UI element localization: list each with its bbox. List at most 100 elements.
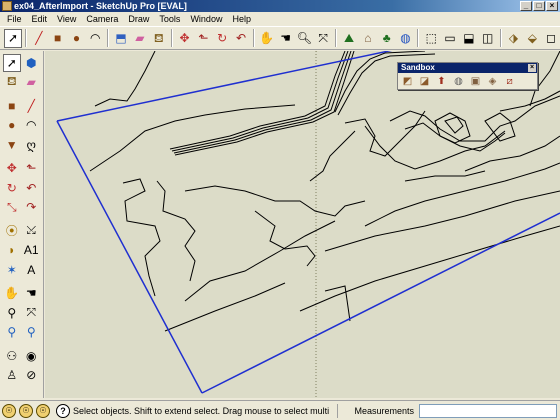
3d-text-tool-icon[interactable]: A	[22, 261, 40, 279]
tool-row: ■ ╱	[0, 96, 43, 116]
move-icon[interactable]: ✥	[176, 29, 194, 48]
push-pull-tool-icon[interactable]: ⬑	[22, 159, 40, 177]
stamp-icon[interactable]: ◍	[451, 74, 466, 89]
axes-tool-icon[interactable]: ✶	[3, 261, 21, 279]
line-tool-icon[interactable]: ╱	[22, 97, 40, 115]
arc-tool-icon[interactable]: ◠	[22, 116, 40, 134]
text-tool-icon[interactable]: A1	[22, 241, 40, 259]
status-bar: ☉ ☉ ☉ ? Select objects. Shift to extend …	[0, 400, 560, 420]
toolbar-separator	[417, 29, 420, 47]
sandbox-titlebar[interactable]: Sandbox ×	[398, 63, 537, 73]
offset-icon[interactable]: ↶	[232, 29, 250, 48]
zoom-extents-icon[interactable]: ⤧	[314, 29, 332, 48]
eraser-icon[interactable]: ▰	[131, 29, 149, 48]
toolbar-separator	[335, 29, 338, 47]
menu-edit[interactable]: Edit	[27, 13, 53, 26]
terrain-icon[interactable]: ⛰	[340, 29, 358, 48]
sandbox-close-button[interactable]: ×	[528, 64, 536, 72]
previous-view-tool-icon[interactable]: ⚲	[22, 323, 40, 341]
tool-row: ✋ ☚	[0, 284, 43, 304]
side-view-icon[interactable]: ◫	[479, 29, 497, 48]
credits-icon[interactable]: ☉	[19, 403, 33, 418]
circle-tool-icon[interactable]: ●	[3, 116, 21, 134]
move-tool-icon[interactable]: ✥	[3, 159, 21, 177]
freehand-tool-icon[interactable]: ღ	[22, 136, 40, 154]
menu-window[interactable]: Window	[185, 13, 227, 26]
shaded-style-icon[interactable]: ◻	[542, 29, 560, 48]
tool-row: ⚲ ⤧	[0, 303, 43, 323]
from-contours-icon[interactable]: ◩	[400, 74, 415, 89]
xray-style-icon[interactable]: ⬗	[505, 29, 523, 48]
plant-icon[interactable]: ♣	[378, 29, 396, 48]
rotate-tool-icon[interactable]: ↻	[3, 179, 21, 197]
tool-row: ✥ ⬑	[0, 159, 43, 179]
follow-me-icon[interactable]: ⬑	[194, 29, 212, 48]
drape-icon[interactable]: ▣	[468, 74, 483, 89]
help-icon[interactable]: ?	[56, 403, 70, 418]
menu-view[interactable]: View	[52, 13, 81, 26]
menu-draw[interactable]: Draw	[123, 13, 154, 26]
drawing-viewport[interactable]	[45, 51, 560, 398]
paint-tool-icon[interactable]: ⛾	[3, 73, 21, 91]
dimension-tool-icon[interactable]: ⤩	[22, 222, 40, 240]
scale-tool-icon[interactable]: ⤡	[3, 198, 21, 216]
rectangle-icon[interactable]: ■	[49, 29, 67, 48]
polygon-tool-icon[interactable]: ▼	[3, 136, 21, 154]
paint-bucket-icon[interactable]: ⛾	[150, 29, 168, 48]
protractor-tool-icon[interactable]: ◗	[3, 241, 21, 259]
arc-icon[interactable]: ◠	[86, 29, 104, 48]
smoove-icon[interactable]: ⬆	[434, 74, 449, 89]
top-view-icon[interactable]: ▭	[441, 29, 459, 48]
from-scratch-icon[interactable]: ◪	[417, 74, 432, 89]
pan-icon[interactable]: ☚	[277, 29, 295, 48]
minimize-button[interactable]: _	[520, 1, 532, 11]
pan-tool-icon[interactable]: ☚	[22, 284, 40, 302]
tool-row: ⤡ ↷	[0, 198, 43, 218]
menu-file[interactable]: File	[2, 13, 27, 26]
left-toolbar: ➚ ⬢ ⛾ ▰ ■ ╱ ● ◠ ▼ ღ ✥ ⬑ ↻ ↶ ⤡ ↷ ⦿ ⤩ ◗ A1…	[0, 51, 44, 398]
select-icon[interactable]: ➚	[4, 28, 22, 48]
close-button[interactable]: ×	[546, 1, 558, 11]
model-canvas[interactable]	[45, 51, 560, 398]
front-view-icon[interactable]: ⬓	[460, 29, 478, 48]
eraser-tool-icon[interactable]: ▰	[22, 73, 40, 91]
component-tool-icon[interactable]: ⬢	[22, 54, 40, 72]
wireframe-style-icon[interactable]: ⬙	[523, 29, 541, 48]
position-camera-tool-icon[interactable]: ♙	[3, 366, 21, 384]
tape-measure-tool-icon[interactable]: ⦿	[3, 222, 21, 240]
zoom-extents-tool-icon[interactable]: ⚲	[3, 323, 21, 341]
measurements-input[interactable]	[419, 404, 557, 418]
section-tool-icon[interactable]: ⊘	[22, 366, 40, 384]
user-icon[interactable]: ☉	[36, 403, 50, 418]
window-titlebar: ex04_AfterImport - SketchUp Pro [EVAL] _…	[0, 0, 560, 12]
menu-help[interactable]: Help	[227, 13, 256, 26]
orbit-tool-icon[interactable]: ✋	[3, 284, 21, 302]
menu-camera[interactable]: Camera	[81, 13, 123, 26]
zoom-icon[interactable]: 🔍︎	[296, 29, 314, 48]
push-pull-icon[interactable]: ⬒	[112, 29, 130, 48]
tool-row: ▼ ღ	[0, 135, 43, 155]
add-detail-icon[interactable]: ◈	[485, 74, 500, 89]
geo-location-icon[interactable]: ☉	[2, 403, 16, 418]
iso-view-icon[interactable]: ⬚	[422, 29, 440, 48]
terrain-contours	[89, 51, 560, 332]
zoom-tool-icon[interactable]: ⚲	[3, 304, 21, 322]
select-tool-icon[interactable]: ➚	[2, 53, 21, 72]
house-icon[interactable]: ⌂	[359, 29, 377, 48]
rectangle-tool-icon[interactable]: ■	[3, 97, 21, 115]
offset-tool-icon[interactable]: ↷	[22, 198, 40, 216]
menu-tools[interactable]: Tools	[154, 13, 185, 26]
circle-icon[interactable]: ●	[68, 29, 86, 48]
sandbox-toolbar[interactable]: Sandbox × ◩ ◪ ⬆ ◍ ▣ ◈ ⧄	[397, 62, 538, 90]
globe-icon[interactable]: ◍	[397, 29, 415, 48]
sketchup-app-icon	[2, 1, 12, 11]
zoom-window-tool-icon[interactable]: ⤧	[22, 304, 40, 322]
follow-me-tool-icon[interactable]: ↶	[22, 179, 40, 197]
orbit-icon[interactable]: ✋	[258, 29, 276, 48]
walk-tool-icon[interactable]: ⚇	[3, 347, 21, 365]
maximize-button[interactable]: □	[533, 1, 545, 11]
rotate-icon[interactable]: ↻	[213, 29, 231, 48]
pencil-icon[interactable]: ╱	[30, 29, 48, 48]
look-around-tool-icon[interactable]: ◉	[22, 347, 40, 365]
flip-edge-icon[interactable]: ⧄	[502, 74, 517, 89]
